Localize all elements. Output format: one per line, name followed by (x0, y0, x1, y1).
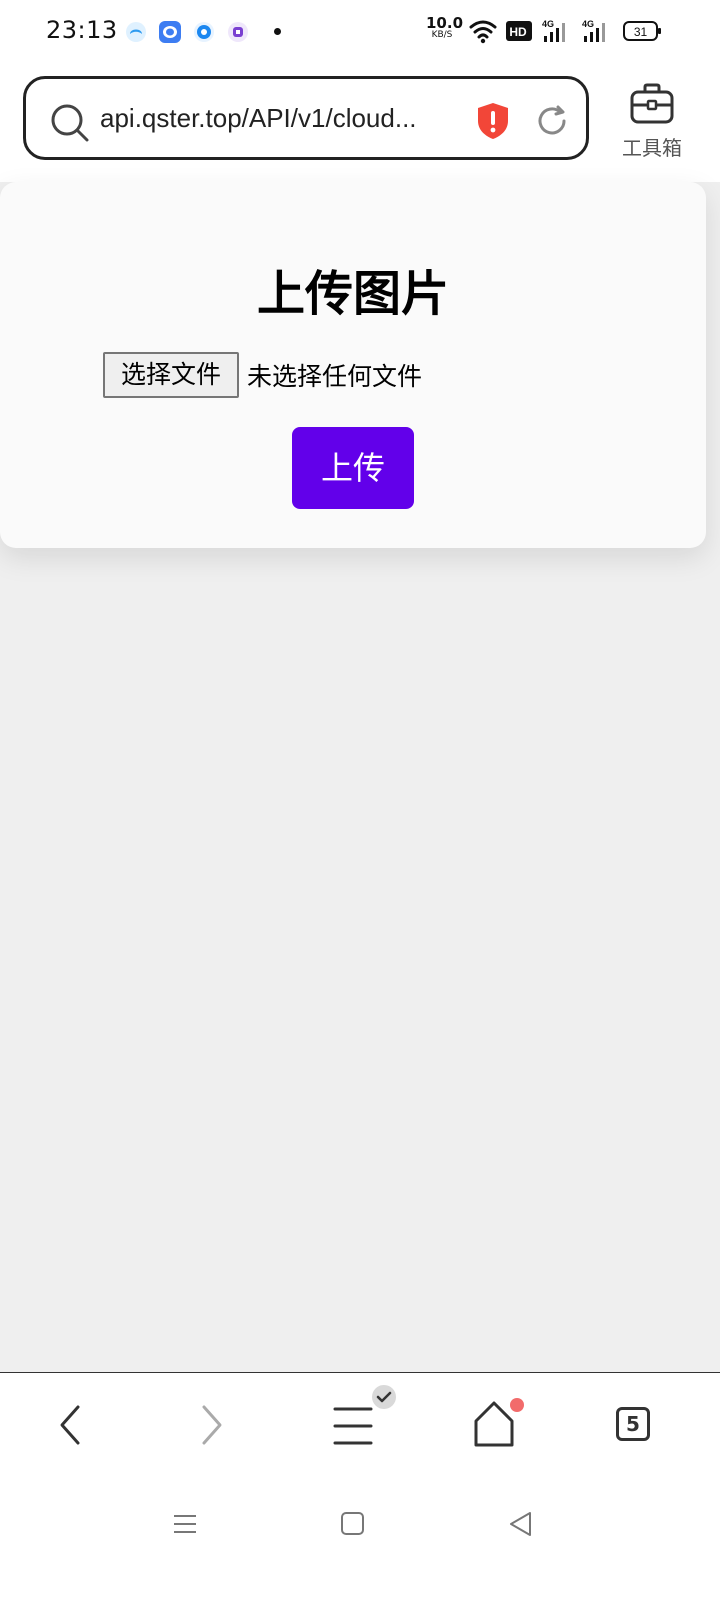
signal-1-label: 4G (542, 19, 554, 29)
signal-icon-2: 4G (582, 19, 605, 42)
wifi-icon (469, 20, 497, 44)
search-icon (51, 104, 89, 142)
upload-button[interactable]: 上传 (292, 427, 414, 509)
recents-icon[interactable] (172, 1510, 198, 1538)
signal-2-label: 4G (582, 19, 594, 29)
home-square-icon[interactable] (340, 1510, 366, 1538)
browser-header: api.qster.top/API/v1/cloud... 工具箱 (0, 64, 720, 182)
message-app-icon (194, 22, 214, 42)
chat-app-icon (159, 21, 181, 43)
forward-icon[interactable] (196, 1403, 228, 1447)
toolbox-label: 工具箱 (622, 136, 682, 160)
menu-icon[interactable] (330, 1379, 402, 1451)
status-bar: 23:13 10.0 KB/S HD 4G 4G 31 (0, 0, 720, 64)
choose-file-button[interactable]: 选择文件 (103, 352, 239, 398)
address-bar[interactable]: api.qster.top/API/v1/cloud... (23, 76, 589, 160)
more-notifications-dot (274, 28, 281, 35)
home-icon[interactable] (470, 1395, 530, 1451)
battery-icon: 31 (623, 21, 661, 41)
hd-label: HD (509, 25, 527, 39)
toolbox-icon (630, 83, 674, 124)
network-speed-value: 10.0 (426, 14, 464, 32)
browser-app-icon (126, 22, 146, 42)
url-text[interactable]: api.qster.top/API/v1/cloud... (100, 103, 436, 137)
back-triangle-icon[interactable] (508, 1510, 534, 1538)
tabs-count-button[interactable]: 5 (616, 1407, 650, 1441)
upload-card: 上传图片 选择文件 未选择任何文件 上传 (0, 182, 706, 548)
reload-icon[interactable] (534, 103, 570, 139)
purple-app-icon (228, 22, 248, 42)
page-title: 上传图片 (256, 266, 449, 322)
system-nav-bar (0, 1480, 720, 1600)
battery-level: 31 (634, 25, 648, 39)
file-status-text: 未选择任何文件 (247, 362, 423, 391)
status-time: 23:13 (46, 16, 118, 44)
network-speed: 10.0 KB/S (426, 14, 464, 41)
security-warning-icon[interactable] (475, 101, 511, 141)
signal-icon-1: 4G (542, 19, 565, 42)
page-content: 上传图片 选择文件 未选择任何文件 上传 (0, 182, 720, 1372)
browser-bottom-nav: 5 (0, 1372, 720, 1480)
back-icon[interactable] (54, 1403, 86, 1447)
toolbox-button[interactable]: 工具箱 (616, 82, 688, 161)
hd-icon: HD (506, 21, 532, 41)
